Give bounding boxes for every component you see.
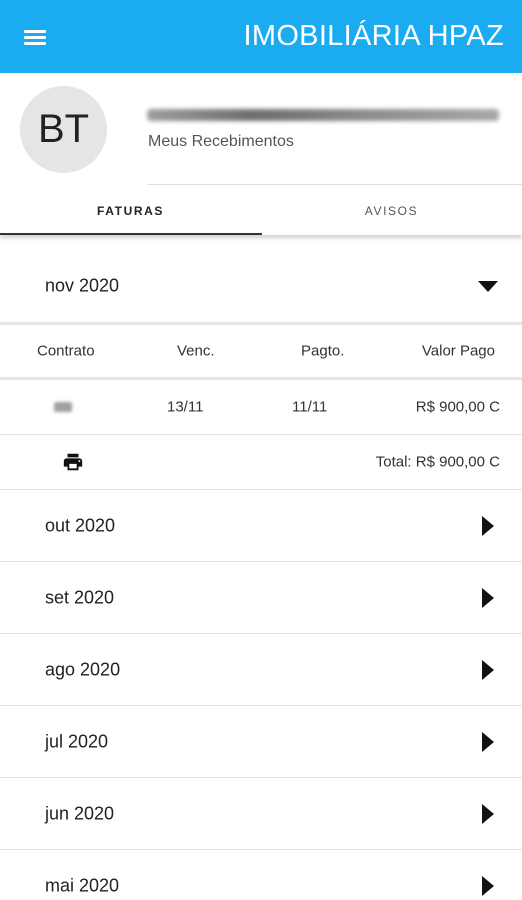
month-label: ago 2020 — [45, 659, 121, 679]
column-header-pagto: Pagto. — [301, 342, 345, 360]
tab-avisos[interactable]: AVISOS — [261, 187, 522, 235]
month-label: nov 2020 — [45, 275, 120, 296]
month-row-ago-2020[interactable]: ago 2020 — [0, 634, 522, 706]
month-row-set-2020[interactable]: set 2020 — [0, 562, 522, 634]
triangle-right-icon — [482, 803, 494, 824]
active-tab-indicator — [0, 233, 262, 235]
divider — [147, 184, 522, 185]
redacted-contract-number — [54, 402, 72, 412]
triangle-down-icon — [478, 281, 498, 292]
month-label: jul 2020 — [45, 731, 109, 751]
app-bar: IMOBILIÁRIA HPAZ — [0, 0, 522, 73]
column-header-contrato: Contrato — [37, 342, 95, 360]
tab-faturas[interactable]: FATURAS — [0, 187, 261, 235]
invoice-list: nov 2020 Contrato Venc. Pagto. Valor Pag… — [0, 235, 522, 900]
redacted-user-name — [147, 109, 499, 121]
month-row-jun-2020[interactable]: jun 2020 — [0, 778, 522, 850]
month-row-out-2020[interactable]: out 2020 — [0, 490, 522, 562]
payment-date: 11/11 — [292, 398, 328, 416]
menu-icon[interactable] — [22, 26, 48, 48]
month-label: jun 2020 — [45, 803, 115, 823]
month-row-mai-2020[interactable]: mai 2020 — [0, 850, 522, 900]
month-row-jul-2020[interactable]: jul 2020 — [0, 706, 522, 778]
print-icon[interactable] — [62, 451, 84, 473]
total-row: Total: R$ 900,00 C — [0, 435, 522, 490]
tab-bar: FATURAS AVISOS — [0, 187, 522, 235]
triangle-right-icon — [482, 731, 494, 752]
triangle-right-icon — [482, 587, 494, 608]
app-title: IMOBILIÁRIA HPAZ — [243, 20, 504, 52]
column-header-valor-pago: Valor Pago — [421, 342, 495, 360]
month-label: mai 2020 — [45, 875, 120, 896]
due-date: 13/11 — [167, 398, 204, 416]
month-label: set 2020 — [45, 587, 115, 607]
table-row: 13/11 11/11 R$ 900,00 C — [0, 380, 522, 435]
month-label: out 2020 — [45, 515, 116, 535]
column-header-venc: Venc. — [177, 342, 215, 360]
profile-header: BT Meus Recebimentos — [0, 73, 522, 195]
triangle-right-icon — [482, 876, 494, 896]
triangle-right-icon — [482, 659, 494, 680]
month-header-expanded[interactable]: nov 2020 — [0, 250, 522, 325]
avatar: BT — [20, 86, 107, 173]
triangle-right-icon — [482, 515, 494, 536]
profile-subtitle: Meus Recebimentos — [148, 133, 294, 150]
total-amount: Total: R$ 900,00 C — [375, 453, 500, 471]
amount-paid: R$ 900,00 C — [415, 398, 500, 416]
table-header-row: Contrato Venc. Pagto. Valor Pago — [0, 325, 522, 380]
